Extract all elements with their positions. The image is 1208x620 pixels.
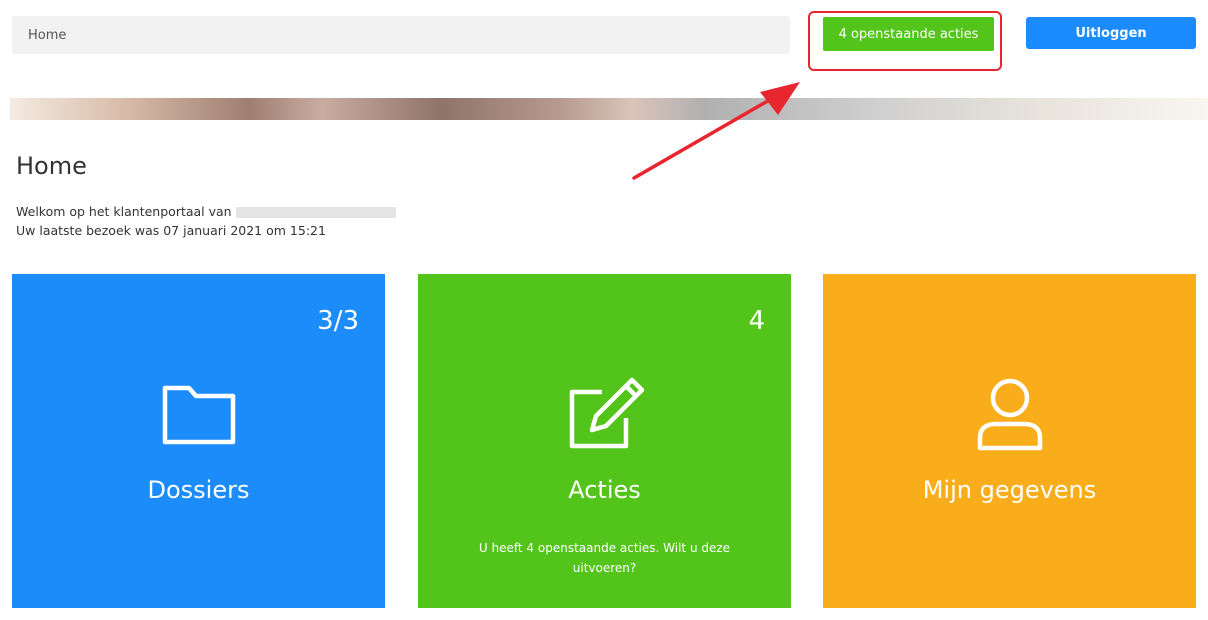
header-banner-image	[10, 98, 1208, 120]
folder-icon	[162, 385, 235, 445]
breadcrumb: Home	[12, 16, 790, 54]
breadcrumb-home[interactable]: Home	[28, 28, 66, 43]
tile-title-dossiers: Dossiers	[147, 476, 250, 504]
tile-title-mijn-gegevens: Mijn gegevens	[922, 476, 1097, 504]
dossiers-count: 3/3	[317, 306, 359, 336]
last-visit-line: Uw laatste bezoek was 07 januari 2021 om…	[16, 223, 326, 238]
page-title: Home	[16, 152, 87, 180]
tile-dossiers[interactable]: 3/3 Dossiers	[12, 274, 385, 608]
user-icon	[977, 378, 1042, 451]
annotation-highlight-box	[808, 11, 1002, 71]
tile-mijn-gegevens[interactable]: Mijn gegevens	[823, 274, 1196, 608]
acties-count: 4	[748, 306, 765, 336]
edit-icon	[569, 377, 644, 449]
logout-button[interactable]: Uitloggen	[1026, 17, 1196, 49]
welcome-text: Welkom op het klantenportaal van Uw laat…	[16, 202, 396, 240]
tile-acties[interactable]: 4 Acties U heeft 4 openstaande acties. W…	[418, 274, 791, 608]
tile-title-acties: Acties	[568, 476, 641, 504]
redacted-company-name	[235, 207, 396, 218]
acties-description: U heeft 4 openstaande acties. Wilt u dez…	[478, 541, 731, 575]
welcome-line: Welkom op het klantenportaal van	[16, 202, 396, 221]
